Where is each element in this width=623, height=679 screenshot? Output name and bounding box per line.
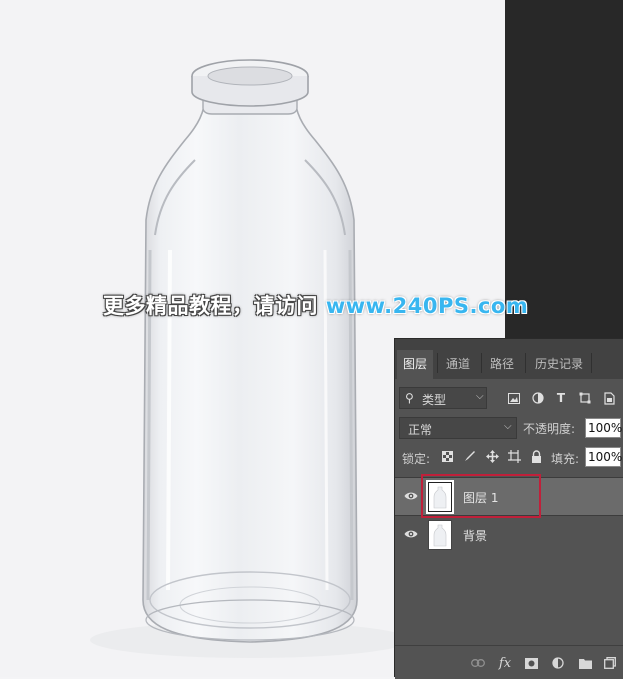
layer-name: 背景	[463, 529, 488, 543]
mask-icon[interactable]	[524, 656, 538, 670]
opacity-label: 不透明度:	[523, 422, 576, 436]
filter-type-label: 类型	[422, 393, 447, 407]
tab-divider	[525, 353, 526, 373]
blend-mode-value: 正常	[408, 423, 433, 437]
tab-layers[interactable]: 图层	[397, 350, 434, 379]
panel-bottom-toolbar: fx	[395, 645, 623, 679]
lock-position-icon[interactable]	[485, 449, 499, 463]
layer-row-background[interactable]: 背景	[395, 515, 623, 553]
tab-divider	[481, 353, 482, 373]
folder-icon[interactable]	[578, 656, 592, 670]
lock-label: 锁定:	[402, 452, 431, 466]
blend-mode-select[interactable]: 正常 ⌵	[399, 417, 517, 439]
type-filter-icon[interactable]: T	[554, 391, 568, 405]
fill-label: 填充:	[551, 452, 580, 466]
search-icon: ⚲	[405, 391, 414, 405]
tab-channels[interactable]: 通道	[440, 350, 476, 379]
selection-highlight-box	[421, 474, 541, 518]
layer-thumbnail	[428, 520, 452, 550]
eye-icon[interactable]	[404, 490, 418, 502]
watermark-cn: 更多精品教程，请访问	[103, 294, 318, 318]
eye-icon[interactable]	[404, 528, 418, 540]
chevron-down-icon: ⌵	[504, 421, 512, 432]
chevron-down-icon: ⌵	[476, 391, 484, 402]
fill-input[interactable]: 100%	[585, 447, 622, 467]
tab-divider	[437, 353, 438, 373]
watermark-text: 更多精品教程，请访问 www.240PS.com	[103, 290, 528, 320]
smart-object-filter-icon[interactable]	[602, 391, 616, 405]
image-filter-icon[interactable]	[507, 391, 521, 405]
lock-image-icon[interactable]	[463, 449, 477, 463]
adjustment-icon[interactable]	[551, 656, 565, 670]
link-icon[interactable]	[471, 656, 485, 670]
lock-all-icon[interactable]	[529, 449, 543, 463]
adjustment-filter-icon[interactable]	[531, 391, 545, 405]
fx-icon[interactable]: fx	[498, 656, 512, 671]
lock-transparent-icon[interactable]	[440, 449, 454, 463]
tab-divider	[591, 353, 592, 373]
panel-tab-bar: 图层 通道 路径 历史记录	[395, 339, 623, 379]
layer-filter-select[interactable]: ⚲ 类型 ⌵	[399, 387, 487, 409]
layers-panel: 图层 通道 路径 历史记录 ⚲ 类型 ⌵ T 正常 ⌵ 不透明度: 100% 锁…	[394, 338, 623, 679]
lock-artboard-icon[interactable]	[507, 449, 521, 463]
shape-filter-icon[interactable]	[578, 391, 592, 405]
new-layer-icon[interactable]	[603, 656, 617, 670]
watermark-url: www.240PS.com	[325, 294, 529, 318]
opacity-input[interactable]: 100%	[585, 418, 622, 438]
tab-history[interactable]: 历史记录	[529, 350, 589, 379]
tab-paths[interactable]: 路径	[484, 350, 520, 379]
workspace-background	[505, 0, 623, 338]
